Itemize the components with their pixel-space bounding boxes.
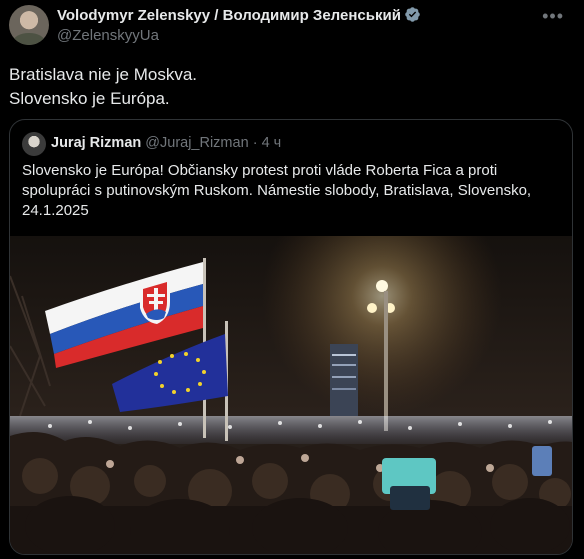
more-options-icon[interactable]: ••• <box>542 6 564 27</box>
quoted-post-text: Slovensko je Európa! Občiansky protest p… <box>22 161 562 221</box>
post-line: Slovensko je Európa. <box>9 89 170 108</box>
quoted-post[interactable]: Juraj Rizman @Juraj_Rizman · 4 ч Slovens… <box>9 119 573 555</box>
quoted-author-name[interactable]: Juraj Rizman <box>51 135 141 151</box>
quoted-line: 24.1.2025 <box>22 202 89 219</box>
quoted-post-time[interactable]: 4 ч <box>262 135 282 151</box>
quoted-line: Slovensko je Európa! Občiansky protest p… <box>22 162 498 179</box>
separator-dot: · <box>252 135 258 151</box>
verified-badge-icon <box>405 7 420 22</box>
protest-photo[interactable] <box>10 236 572 555</box>
quoted-author-avatar[interactable] <box>22 132 46 156</box>
author-name[interactable]: Volodymyr Zelenskyy / Володимир Зеленськ… <box>57 7 401 24</box>
quoted-author-handle[interactable]: @Juraj_Rizman <box>145 135 248 151</box>
quoted-line: spolupráci s putinovským Ruskom. Námesti… <box>22 182 532 199</box>
post-line: Bratislava nie je Moskva. <box>9 65 198 84</box>
author-avatar[interactable] <box>9 5 49 45</box>
author-handle[interactable]: @ZelenskyyUa <box>57 27 159 44</box>
quoted-post-header: Juraj Rizman @Juraj_Rizman · 4 ч <box>51 135 281 151</box>
post-text: Bratislava nie je Moskva. Slovensko je E… <box>9 63 197 111</box>
